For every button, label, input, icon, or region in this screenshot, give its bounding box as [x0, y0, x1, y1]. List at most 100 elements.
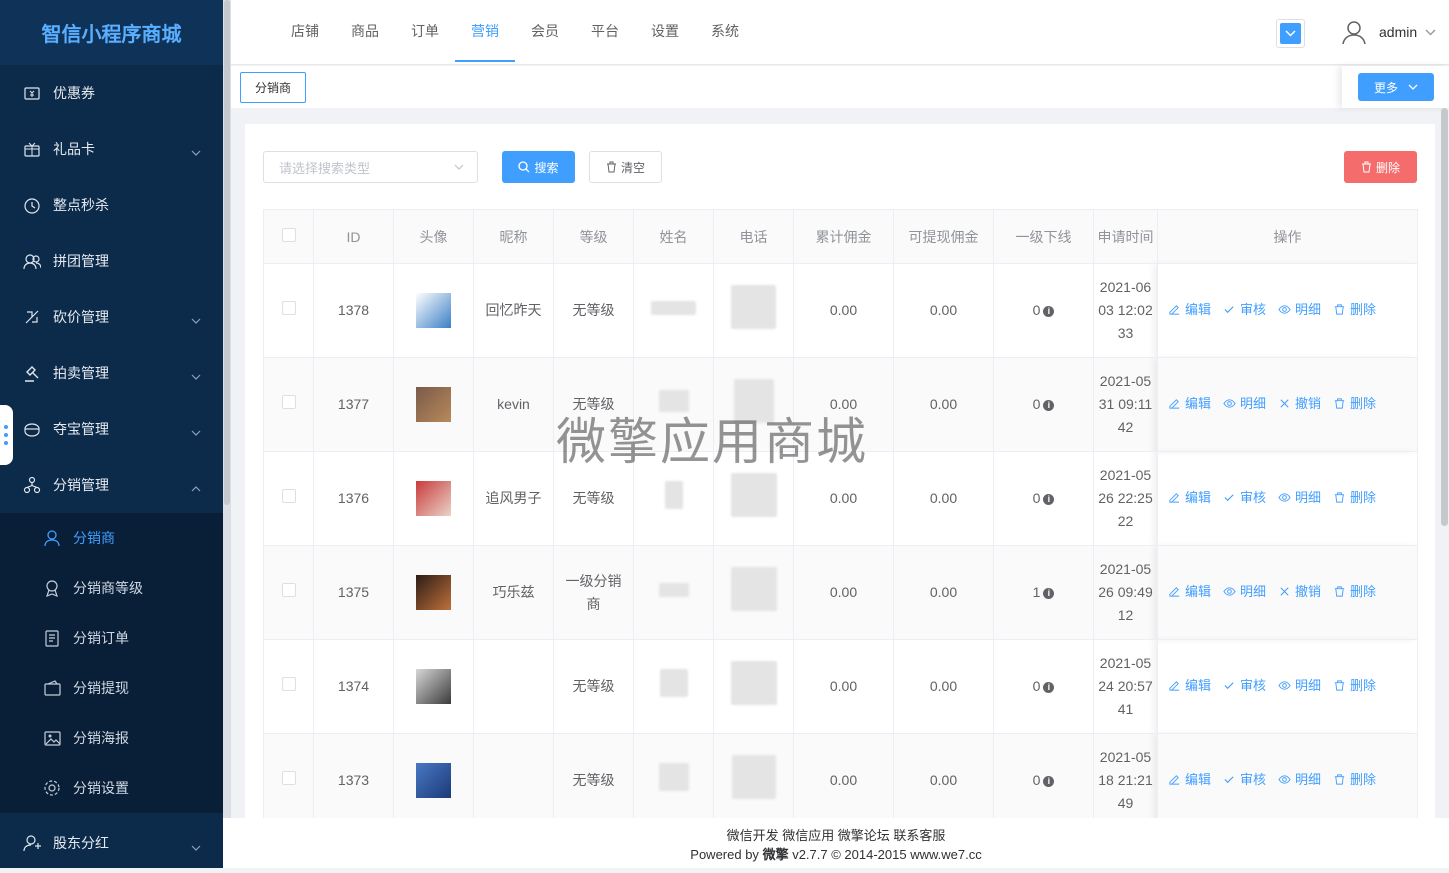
search-type-select[interactable]: 请选择搜索类型	[263, 151, 478, 183]
clear-button[interactable]: 清空	[589, 151, 662, 183]
wallet-icon	[42, 678, 62, 698]
top-nav-item[interactable]: 设置	[635, 0, 695, 62]
revoke-action[interactable]: 撤销	[1278, 580, 1321, 603]
edit-action[interactable]: 编辑	[1168, 674, 1211, 697]
info-icon[interactable]: i	[1043, 775, 1055, 787]
review-action[interactable]: 审核	[1223, 768, 1266, 791]
action-label: 编辑	[1185, 678, 1212, 693]
review-action[interactable]: 审核	[1223, 298, 1266, 321]
downline-cell: 1i	[993, 545, 1094, 640]
sidebar-item[interactable]: 分销管理	[0, 457, 223, 513]
revoke-action[interactable]: 撤销	[1278, 392, 1321, 415]
search-button[interactable]: 搜索	[502, 151, 575, 183]
app-logo[interactable]: 智信小程序商城	[0, 0, 223, 65]
batch-delete-button[interactable]: 删除	[1344, 151, 1417, 183]
sidebar-item[interactable]: 整点秒杀	[0, 177, 223, 233]
chevron-down-icon	[191, 311, 201, 327]
more-button[interactable]: 更多	[1358, 73, 1434, 101]
delete-action[interactable]: 删除	[1333, 392, 1376, 415]
apply-time: 26 09:49	[1098, 584, 1153, 600]
info-icon[interactable]: i	[1043, 305, 1055, 317]
detail-action[interactable]: 明细	[1278, 486, 1321, 509]
sidebar-item[interactable]: 砍价管理	[0, 289, 223, 345]
top-nav-item[interactable]: 平台	[575, 0, 635, 62]
edit-action[interactable]: 编辑	[1168, 486, 1211, 509]
review-action[interactable]: 审核	[1223, 674, 1266, 697]
sidebar-item[interactable]: 拼团管理	[0, 233, 223, 289]
chevron-down-icon	[191, 423, 201, 439]
downline-count: 1	[1032, 584, 1041, 600]
tab-distributor[interactable]: 分销商	[240, 72, 306, 103]
delete-action[interactable]: 删除	[1333, 580, 1376, 603]
info-icon[interactable]: i	[1043, 681, 1055, 693]
sidebar-item-label: 整点秒杀	[53, 197, 109, 213]
nickname-cell: kevin	[473, 357, 554, 452]
submenu-item[interactable]: 分销订单	[0, 613, 223, 663]
detail-action[interactable]: 明细	[1278, 298, 1321, 321]
page-scrollbar[interactable]	[1440, 108, 1449, 528]
edit-action[interactable]: 编辑	[1168, 580, 1211, 603]
action-label: 审核	[1240, 678, 1267, 693]
submenu-item[interactable]: 分销设置	[0, 763, 223, 813]
table-body: 1378 回忆昨天 无等级 0.00 0.00 0 i 2021-06 03 12:02 33 编辑…	[263, 263, 1418, 818]
row-checkbox[interactable]	[281, 771, 296, 785]
detail-action[interactable]: 明细	[1278, 674, 1321, 697]
row-checkbox[interactable]	[281, 583, 296, 597]
sidebar-item-shareholder[interactable]: 股东分红	[0, 813, 223, 873]
top-navigation: 店铺 商品 订单 营销 会员 平台 设置 系统 admin	[231, 0, 1449, 65]
sidebar-item[interactable]: 礼品卡	[0, 121, 223, 177]
powered-brand[interactable]: 微擎	[763, 847, 789, 862]
row-checkbox[interactable]	[281, 395, 296, 409]
delete-action[interactable]: 删除	[1333, 298, 1376, 321]
delete-action[interactable]: 删除	[1333, 768, 1376, 791]
review-action[interactable]: 审核	[1223, 486, 1266, 509]
submenu-item[interactable]: 分销海报	[0, 713, 223, 763]
apply-date: 2021-05	[1099, 655, 1152, 671]
delete-action[interactable]: 删除	[1333, 674, 1376, 697]
row-select-cell	[263, 451, 314, 546]
edit-action[interactable]: 编辑	[1168, 392, 1211, 415]
delete-action[interactable]: 删除	[1333, 486, 1376, 509]
top-nav-menu: 店铺 商品 订单 营销 会员 平台 设置 系统	[275, 0, 755, 62]
top-nav-item[interactable]: 商品	[335, 0, 395, 62]
info-icon[interactable]: i	[1043, 587, 1055, 599]
column-header: 姓名	[633, 209, 714, 264]
sidebar-item[interactable]: 拍卖管理	[0, 345, 223, 401]
sidebar-item[interactable]: 优惠券	[0, 65, 223, 121]
user-menu[interactable]: admin	[1341, 14, 1436, 50]
chevron-down-icon	[191, 838, 201, 854]
info-icon[interactable]: i	[1043, 399, 1055, 411]
top-nav-item[interactable]: 系统	[695, 0, 755, 62]
tab-bar: 分销商 更多	[231, 66, 1449, 108]
delete-icon	[1334, 304, 1345, 315]
row-select-cell	[263, 733, 314, 818]
top-nav-item[interactable]: 营销	[455, 0, 515, 62]
row-checkbox[interactable]	[281, 301, 296, 315]
edit-action[interactable]: 编辑	[1168, 298, 1211, 321]
top-nav-item[interactable]: 店铺	[275, 0, 335, 62]
sidebar-item[interactable]: 夺宝管理	[0, 401, 223, 457]
sidebar-scrollbar[interactable]	[224, 0, 230, 505]
detail-action[interactable]: 明细	[1223, 580, 1266, 603]
row-select-cell	[263, 639, 314, 734]
level-text: 无等级	[572, 678, 615, 694]
apply-time-cell: 2021-06 03 12:02 33	[1093, 263, 1158, 358]
select-all-checkbox[interactable]	[281, 228, 296, 242]
top-nav-item[interactable]: 会员	[515, 0, 575, 62]
info-icon[interactable]: i	[1043, 493, 1055, 505]
detail-action[interactable]: 明细	[1223, 392, 1266, 415]
side-drawer-handle[interactable]	[0, 405, 13, 465]
submenu-item-label: 分销海报	[73, 730, 129, 746]
footer-links[interactable]: 微信开发 微信应用 微擎论坛 联系客服	[223, 826, 1449, 845]
column-header: 电话	[713, 209, 794, 264]
submenu-item[interactable]: 分销提现	[0, 663, 223, 713]
row-checkbox[interactable]	[281, 677, 296, 691]
edit-action[interactable]: 编辑	[1168, 768, 1211, 791]
top-dropdown-button[interactable]	[1276, 19, 1305, 48]
top-nav-item[interactable]: 订单	[395, 0, 455, 62]
detail-action[interactable]: 明细	[1278, 768, 1321, 791]
row-checkbox[interactable]	[281, 489, 296, 503]
submenu-item[interactable]: 分销商等级	[0, 563, 223, 613]
submenu-item[interactable]: 分销商	[0, 513, 223, 563]
edit-icon	[1169, 305, 1180, 315]
